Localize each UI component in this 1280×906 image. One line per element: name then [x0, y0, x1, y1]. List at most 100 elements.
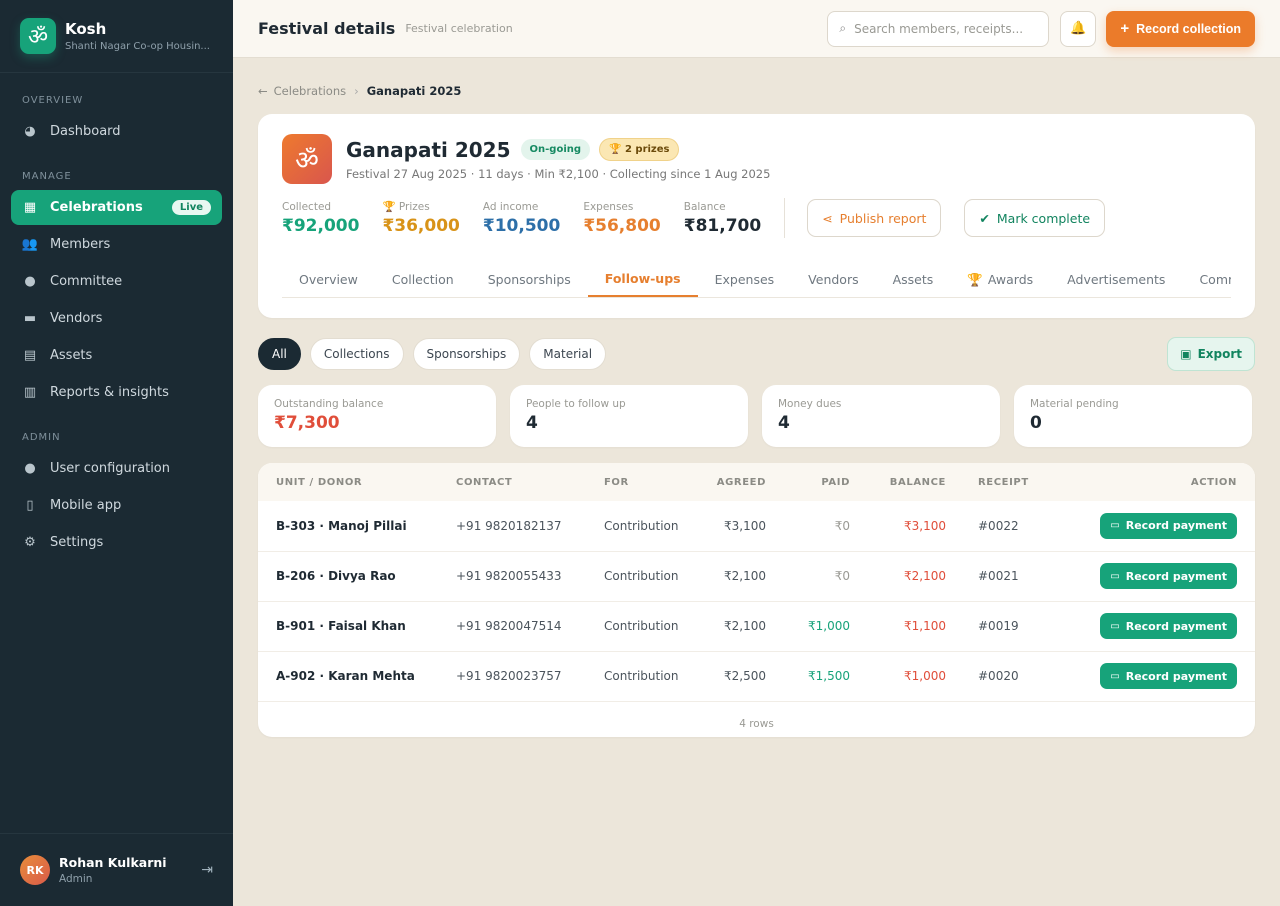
record-payment-button[interactable]: ▭ Record payment	[1100, 663, 1237, 689]
col-contact: CONTACT	[456, 476, 513, 488]
festival-title: Ganapati 2025	[346, 137, 511, 162]
page-subtitle: Festival celebration	[405, 22, 513, 35]
stat-prizes: 🏆 Prizes ₹36,000	[382, 200, 459, 236]
tab-comm[interactable]: Comm	[1182, 262, 1231, 297]
cell-contact: +91 9820055433	[438, 551, 586, 602]
sidebar-item-celebrations[interactable]: ▦ Celebrations Live	[11, 190, 222, 225]
sidebar-item-label: Settings	[50, 535, 104, 550]
gear-icon: ⚙	[24, 535, 36, 550]
record-collection-label: Record collection	[1136, 21, 1241, 36]
user-role: Admin	[59, 873, 93, 885]
divider	[784, 198, 786, 238]
user-panel: RK Rohan Kulkarni Admin ⇥	[0, 833, 233, 906]
file-export-icon: ▣	[1180, 347, 1192, 361]
summary-label: Money dues	[778, 398, 842, 410]
calendar-icon: ▦	[23, 200, 37, 215]
brand[interactable]: ॐ Kosh Shanti Nagar Co-op Housin...	[0, 0, 233, 73]
col-agreed: AGREED	[716, 476, 766, 488]
user-cog-icon: ●	[24, 274, 36, 289]
sidebar-item-assets[interactable]: ▤ Assets	[11, 338, 222, 373]
record-payment-button[interactable]: ▭ Record payment	[1100, 613, 1237, 639]
export-label: Export	[1197, 347, 1242, 361]
record-payment-button[interactable]: ▭ Record payment	[1100, 563, 1237, 589]
money-icon: ▭	[1110, 670, 1120, 682]
avatar[interactable]: RK	[20, 855, 50, 885]
nav-section-admin: ADMIN	[22, 432, 61, 443]
stat-value: ₹81,700	[683, 215, 762, 236]
summary-people-to-follow-up: People to follow up 4	[510, 385, 748, 447]
stat-label: Balance	[683, 200, 726, 213]
tab-awards[interactable]: 🏆 Awards	[950, 262, 1050, 297]
archive-icon: ▤	[23, 348, 37, 363]
search-input[interactable]	[854, 21, 1025, 36]
table-row: B-303 · Manoj Pillai +91 9820182137 Cont…	[258, 501, 1255, 552]
topbar: Festival details Festival celebration ⌕ …	[233, 0, 1280, 58]
sidebar-item-reports[interactable]: ▥ Reports & insights	[11, 375, 222, 410]
publish-report-button[interactable]: ⋖ Publish report	[807, 199, 942, 237]
export-button[interactable]: ▣ Export	[1167, 337, 1255, 371]
tab-expenses[interactable]: Expenses	[698, 262, 792, 297]
cell-agreed: ₹2,100	[696, 551, 780, 602]
om-festival-icon: ॐ	[282, 134, 332, 184]
nav-section-manage: MANAGE	[22, 171, 72, 182]
sidebar-item-label: Mobile app	[50, 498, 122, 513]
record-payment-button[interactable]: ▭ Record payment	[1100, 512, 1237, 539]
sidebar-item-settings[interactable]: ⚙ Settings	[11, 525, 222, 560]
mark-complete-button[interactable]: ✔ Mark complete	[964, 199, 1106, 237]
trophy-icon: 🏆	[382, 201, 399, 213]
filter-chip-all[interactable]: All	[258, 338, 301, 370]
table-row: B-901 · Faisal Khan +91 9820047514 Contr…	[258, 601, 1255, 652]
prizes-badge: 🏆 2 prizes	[599, 138, 680, 161]
stat-value: ₹36,000	[382, 216, 460, 236]
summary-label: Material pending	[1030, 398, 1119, 410]
filter-chip-sponsorships[interactable]: Sponsorships	[412, 338, 521, 370]
tab-sponsorships[interactable]: Sponsorships	[471, 262, 588, 297]
cell-agreed: ₹2,100	[696, 601, 780, 652]
sidebar-item-committee[interactable]: ● Committee	[11, 264, 222, 299]
chart-icon: ▥	[23, 385, 37, 400]
search-box[interactable]: ⌕	[827, 10, 1050, 47]
sidebar-item-mobile-app[interactable]: ▯ Mobile app	[11, 488, 222, 523]
tab-advertisements[interactable]: Advertisements	[1050, 262, 1182, 297]
sidebar-item-vendors[interactable]: ▬ Vendors	[11, 301, 222, 336]
cell-balance: ₹1,100	[864, 601, 960, 652]
status-badge: On-going	[520, 139, 591, 160]
trophy-icon: 🏆	[967, 271, 983, 287]
back-arrow-icon[interactable]: ←	[258, 84, 268, 98]
sidebar: ॐ Kosh Shanti Nagar Co-op Housin... OVER…	[0, 0, 233, 906]
brand-subtitle: Shanti Nagar Co-op Housin...	[65, 41, 210, 52]
stat-label-text: Prizes	[398, 201, 430, 213]
sidebar-item-user-configuration[interactable]: ● User configuration	[11, 451, 222, 486]
festival-card: ॐ Ganapati 2025 On-going 🏆 2 prizes Fest…	[258, 114, 1255, 318]
om-logo-icon: ॐ	[20, 18, 56, 54]
mobile-icon: ▯	[26, 498, 34, 513]
filter-chip-collections[interactable]: Collections	[309, 338, 404, 370]
sidebar-item-dashboard[interactable]: ◕ Dashboard	[11, 114, 222, 149]
tab-assets[interactable]: Assets	[876, 262, 951, 297]
tab-awards-label: Awards	[987, 272, 1034, 287]
col-paid: PAID	[821, 476, 850, 488]
filter-chip-material[interactable]: Material	[529, 338, 607, 370]
summary-material-pending: Material pending 0	[1014, 385, 1252, 447]
cell-receipt: #0020	[960, 651, 1050, 702]
tab-collection[interactable]: Collection	[375, 262, 471, 297]
record-collection-button[interactable]: + Record collection	[1106, 10, 1255, 47]
col-receipt: RECEIPT	[978, 476, 1029, 488]
user-name: Rohan Kulkarni	[59, 855, 167, 870]
publish-report-label: Publish report	[839, 210, 927, 226]
stat-label: 🏆 Prizes	[382, 200, 459, 213]
sidebar-item-members[interactable]: 👥 Members	[11, 227, 222, 262]
cell-paid: ₹0	[780, 501, 864, 552]
record-payment-label: Record payment	[1125, 619, 1227, 633]
cell-donor: B-206 · Divya Rao	[258, 551, 438, 602]
logout-icon[interactable]: ⇥	[201, 862, 213, 878]
cell-balance: ₹1,000	[864, 651, 960, 702]
breadcrumb-parent[interactable]: Celebrations	[274, 84, 346, 98]
tab-vendors[interactable]: Vendors	[791, 262, 875, 297]
summary-money-dues: Money dues 4	[762, 385, 1000, 447]
tab-overview[interactable]: Overview	[282, 262, 375, 297]
tab-follow-ups[interactable]: Follow-ups	[587, 262, 698, 297]
main-content: ← Celebrations › Ganapati 2025 ॐ Ganapat…	[233, 58, 1280, 906]
notification-bell-icon[interactable]: 🔔	[1060, 10, 1097, 47]
cell-for: Contribution	[586, 601, 696, 652]
